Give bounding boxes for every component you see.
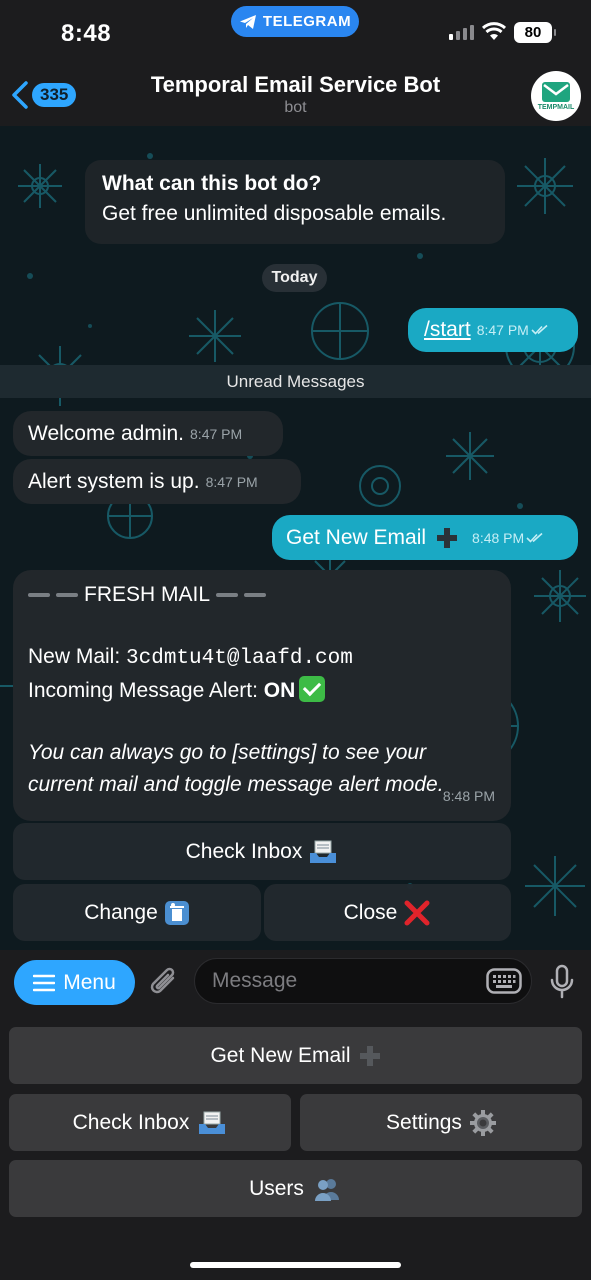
dash-decoration xyxy=(216,593,239,597)
unread-separator: Unread Messages xyxy=(0,365,591,398)
envelope-icon xyxy=(542,82,570,102)
hamburger-icon xyxy=(33,974,56,991)
message-text: Get New Email xyxy=(286,525,427,549)
outgoing-message[interactable]: /start 8:47 PM xyxy=(408,308,578,352)
alert-line: Incoming Message Alert: ON xyxy=(28,675,496,707)
chat-subtitle: bot xyxy=(284,99,307,116)
keyboard-users-button[interactable]: Users xyxy=(9,1160,582,1217)
message-time: 8:47 PM xyxy=(205,473,258,490)
gear-icon xyxy=(469,1109,496,1136)
dash-decoration xyxy=(28,593,50,597)
message-time: 8:47 PM xyxy=(476,322,529,338)
incoming-message[interactable]: Alert system is up. 8:47 PM xyxy=(13,459,301,504)
outgoing-message[interactable]: Get New Email 8:48 PM xyxy=(272,515,578,560)
fresh-mail-heading: FRESH MAIL xyxy=(84,583,211,606)
keyboard-button-label: Check Inbox xyxy=(72,1110,190,1134)
status-bar: 8:48 TELEGRAM 80 xyxy=(0,0,591,62)
bot-description-text: Get free unlimited disposable emails. xyxy=(102,202,447,225)
read-receipt-icon xyxy=(531,324,548,335)
trash-icon xyxy=(164,900,189,925)
message-time: 8:48 PM xyxy=(442,788,495,804)
status-time: 8:48 xyxy=(61,20,112,47)
paperclip-icon[interactable] xyxy=(147,964,181,1000)
menu-button-label: Menu xyxy=(63,970,116,994)
chat-header: 335 Temporal Email Service Bot bot TEMPM… xyxy=(0,62,591,126)
battery-level: 80 xyxy=(524,24,542,41)
plus-icon xyxy=(437,527,458,548)
bot-avatar[interactable]: TEMPMAIL xyxy=(531,71,581,121)
check-mark-icon xyxy=(299,676,326,702)
inline-button-label: Change xyxy=(84,900,158,924)
message-text: Welcome admin. xyxy=(28,421,185,445)
telegram-plane-icon xyxy=(239,14,256,29)
inline-change-button[interactable]: Change xyxy=(13,884,261,941)
plus-icon xyxy=(359,1045,380,1066)
inbox-tray-icon xyxy=(199,1111,226,1134)
dash-decoration xyxy=(56,593,78,597)
fresh-mail-message[interactable]: FRESH MAIL New Mail: 3cdmtu4t@laafd.com … xyxy=(13,570,511,821)
keyboard-settings-button[interactable]: Settings xyxy=(300,1094,582,1151)
message-composer: Menu Message xyxy=(0,950,591,1014)
inline-button-label: Close xyxy=(343,900,398,924)
date-separator: Today xyxy=(262,264,327,292)
settings-note: You can always go to [settings] to see y… xyxy=(28,741,444,796)
battery-indicator: 80 xyxy=(514,22,556,43)
message-input-placeholder: Message xyxy=(212,969,298,992)
users-icon xyxy=(314,1178,339,1201)
fresh-mail-heading-row: FRESH MAIL xyxy=(28,579,496,611)
avatar-label: TEMPMAIL xyxy=(537,104,575,111)
inline-check-inbox-button[interactable]: Check Inbox xyxy=(13,823,511,880)
new-mail-line: New Mail: 3cdmtu4t@laafd.com xyxy=(28,641,496,675)
bot-reply-keyboard: Get New Email Check Inbox Settings Users xyxy=(0,1014,591,1280)
microphone-icon[interactable] xyxy=(549,964,575,1000)
bot-description-title: What can this bot do? xyxy=(102,172,322,195)
new-mail-address[interactable]: 3cdmtu4t@laafd.com xyxy=(126,647,353,670)
telegram-chat-screen: 8:48 TELEGRAM 80 335 Temporal Email Serv… xyxy=(0,0,591,1280)
dash-decoration xyxy=(244,593,267,597)
alert-status: ON xyxy=(263,679,296,702)
alert-label: Incoming Message Alert: xyxy=(28,679,264,702)
cellular-signal-icon xyxy=(449,25,474,40)
inline-close-button[interactable]: Close xyxy=(264,884,511,941)
message-time: 8:48 PM xyxy=(472,529,525,546)
incoming-message[interactable]: Welcome admin. 8:47 PM xyxy=(13,411,283,456)
bot-description-card: What can this bot do? Get free unlimited… xyxy=(85,160,505,244)
keyboard-check-inbox-button[interactable]: Check Inbox xyxy=(9,1094,291,1151)
message-time: 8:47 PM xyxy=(190,425,243,442)
new-mail-label: New Mail: xyxy=(28,645,127,668)
inline-button-label: Check Inbox xyxy=(185,839,303,863)
menu-button[interactable]: Menu xyxy=(14,960,135,1005)
message-text[interactable]: /start xyxy=(424,318,471,342)
keyboard-get-new-email-button[interactable]: Get New Email xyxy=(9,1027,582,1084)
keyboard-button-label: Users xyxy=(249,1176,304,1200)
home-indicator[interactable] xyxy=(190,1262,401,1268)
read-receipt-icon xyxy=(526,532,543,543)
keyboard-button-label: Get New Email xyxy=(210,1043,351,1067)
chat-title[interactable]: Temporal Email Service Bot xyxy=(0,72,591,98)
inbox-tray-icon xyxy=(310,840,337,863)
wifi-icon xyxy=(481,22,507,40)
app-pill-label: TELEGRAM xyxy=(262,13,352,30)
message-text: Alert system is up. xyxy=(28,469,200,493)
bot-keyboard-icon[interactable] xyxy=(486,968,522,994)
close-x-icon xyxy=(404,900,430,925)
keyboard-button-label: Settings xyxy=(386,1110,462,1134)
telegram-app-pill[interactable]: TELEGRAM xyxy=(231,6,359,37)
message-input[interactable]: Message xyxy=(194,958,532,1004)
